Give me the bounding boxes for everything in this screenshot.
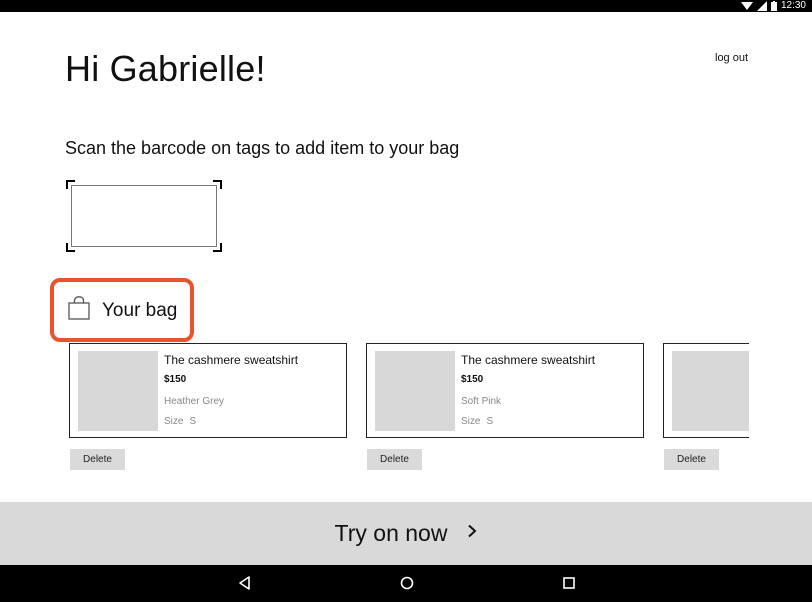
- scanner-corner: [213, 243, 222, 252]
- item-size-label: Size: [164, 416, 184, 427]
- wifi-icon: [740, 1, 753, 11]
- bag-item: The cashmere sweatshirt $150 Soft Pink S…: [366, 343, 644, 470]
- battery-icon: [770, 1, 777, 11]
- scan-instruction: Scan the barcode on tags to add item to …: [65, 138, 460, 158]
- delete-button[interactable]: Delete: [367, 449, 422, 470]
- back-icon[interactable]: [237, 575, 253, 591]
- shopping-bag-icon: [68, 296, 90, 325]
- signal-icon: [756, 1, 767, 11]
- bag-heading-highlight[interactable]: Your bag: [50, 278, 194, 342]
- scanner-corner: [66, 243, 75, 252]
- delete-button[interactable]: Delete: [664, 449, 719, 470]
- barcode-scanner-frame[interactable]: [66, 180, 222, 252]
- status-time: 12:30: [780, 0, 806, 11]
- item-size: Size S: [461, 416, 493, 427]
- try-on-now-label: Try on now: [334, 520, 448, 546]
- scanner-corner: [66, 180, 75, 189]
- logout-link[interactable]: log out: [715, 52, 748, 64]
- status-bar: 12:30: [0, 0, 812, 12]
- system-nav-bar: [0, 565, 812, 602]
- item-thumbnail: [375, 351, 455, 431]
- item-size: Size S: [164, 416, 196, 427]
- item-thumbnail: [78, 351, 158, 431]
- status-icons: 12:30: [740, 0, 806, 12]
- item-price: $150: [164, 374, 187, 385]
- bag-item-card[interactable]: [663, 343, 749, 438]
- item-price: $150: [461, 374, 484, 385]
- bag-item-card[interactable]: The cashmere sweatshirt $150 Soft Pink S…: [366, 343, 644, 438]
- item-color: Soft Pink: [461, 396, 502, 407]
- item-name: The cashmere sweatshirt: [164, 353, 299, 367]
- scanner-viewport: [71, 185, 217, 247]
- bag-item-card[interactable]: The cashmere sweatshirt $150 Heather Gre…: [69, 343, 347, 438]
- scanner-corner: [213, 180, 222, 189]
- greeting-title: Hi Gabrielle!: [65, 48, 266, 89]
- recents-icon[interactable]: [561, 575, 577, 591]
- home-icon[interactable]: [399, 575, 415, 591]
- delete-button[interactable]: Delete: [70, 449, 125, 470]
- bag-item: Delete: [663, 343, 749, 470]
- chevron-right-icon: [467, 524, 477, 543]
- bag-item: The cashmere sweatshirt $150 Heather Gre…: [69, 343, 347, 470]
- item-color: Heather Grey: [164, 396, 225, 407]
- item-size-value: S: [189, 416, 197, 427]
- item-thumbnail: [672, 351, 749, 431]
- try-on-now-button[interactable]: Try on now: [0, 502, 812, 565]
- bag-items-carousel[interactable]: The cashmere sweatshirt $150 Heather Gre…: [69, 343, 749, 473]
- item-size-value: S: [486, 416, 494, 427]
- item-size-label: Size: [461, 416, 481, 427]
- item-name: The cashmere sweatshirt: [461, 353, 596, 367]
- bag-heading-label: Your bag: [102, 300, 178, 321]
